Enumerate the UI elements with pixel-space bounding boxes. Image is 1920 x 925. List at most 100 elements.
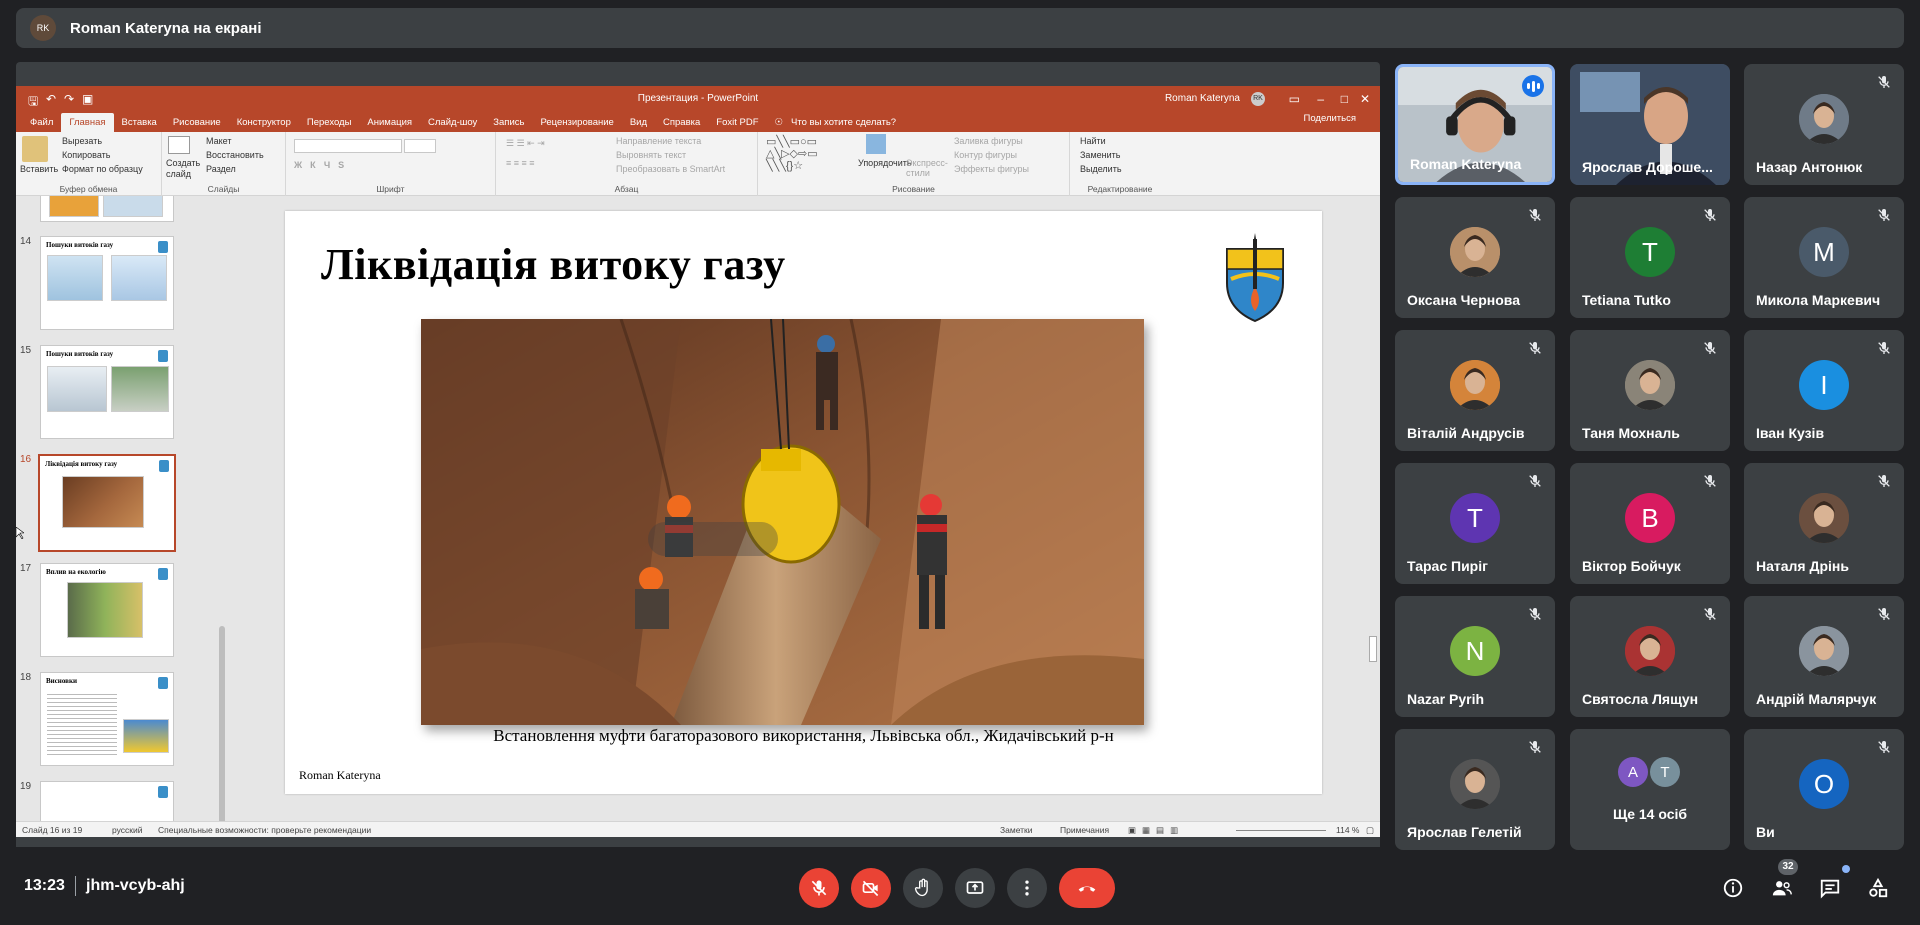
close-icon[interactable]: ✕ xyxy=(1360,92,1370,106)
slide-thumbnail-19[interactable] xyxy=(40,781,174,821)
raise-hand-button[interactable] xyxy=(903,868,943,908)
tab-animations[interactable]: Анимация xyxy=(359,117,420,132)
tab-file[interactable]: Файл xyxy=(22,117,61,132)
tab-insert[interactable]: Вставка xyxy=(114,117,165,132)
zoom-level[interactable]: 114 % xyxy=(1336,825,1359,835)
maximize-icon[interactable]: □ xyxy=(1341,92,1348,106)
participant-tile[interactable]: Ярослав Гелетій xyxy=(1395,729,1555,850)
minimize-icon[interactable]: – xyxy=(1317,92,1324,106)
meeting-info-button[interactable] xyxy=(1716,871,1750,905)
tab-draw[interactable]: Рисование xyxy=(165,117,229,132)
layout-button[interactable]: Макет xyxy=(206,136,231,146)
participant-tile[interactable]: M Микола Маркевич xyxy=(1744,197,1904,318)
participant-tile[interactable]: T Tetiana Tutko xyxy=(1570,197,1730,318)
chat-button[interactable] xyxy=(1813,871,1847,905)
cut-button[interactable]: Вырезать xyxy=(62,136,102,146)
align-buttons[interactable]: ≡ ≡ ≡ ≡ xyxy=(506,158,535,168)
more-options-button[interactable] xyxy=(1007,868,1047,908)
tab-record[interactable]: Запись xyxy=(485,117,532,132)
slide-thumbnail-17[interactable]: Вплив на екологію xyxy=(40,563,174,657)
quick-styles-button[interactable]: Экспресс-стили xyxy=(906,158,950,178)
paste-icon[interactable] xyxy=(22,136,48,162)
smartart-button[interactable]: Преобразовать в SmartArt xyxy=(616,164,725,174)
ribbon-display-icon[interactable]: ▭ xyxy=(1289,92,1300,106)
participant-tile[interactable]: N Nazar Pyrih xyxy=(1395,596,1555,717)
user-avatar[interactable]: RK xyxy=(1251,92,1265,106)
participant-tile[interactable]: Наталя Дрінь xyxy=(1744,463,1904,584)
participant-tile[interactable]: Таня Мохналь xyxy=(1570,330,1730,451)
participant-tile[interactable]: Ярослав Дороше... xyxy=(1570,64,1730,185)
select-button[interactable]: Выделить xyxy=(1080,164,1122,174)
fit-slide-icon[interactable]: ▢ xyxy=(1366,825,1374,836)
accessibility-status[interactable]: Специальные возможности: проверьте реком… xyxy=(158,825,371,835)
photo-caption[interactable]: Встановлення муфти багаторазового викори… xyxy=(285,726,1322,746)
tab-slideshow[interactable]: Слайд-шоу xyxy=(420,117,485,132)
activities-button[interactable] xyxy=(1861,871,1895,905)
participant-tile[interactable]: A T Ще 14 осіб xyxy=(1570,729,1730,850)
arrange-icon[interactable] xyxy=(866,134,886,154)
slide-thumbnail-15[interactable]: Пошуки витоків газу xyxy=(40,345,174,439)
tab-transitions[interactable]: Переходы xyxy=(299,117,360,132)
slide-thumbnail-14[interactable]: Пошуки витоків газу xyxy=(40,236,174,330)
text-direction-button[interactable]: Направление текста xyxy=(616,136,701,146)
participant-tile[interactable]: Андрій Малярчук xyxy=(1744,596,1904,717)
participant-tile[interactable]: Назар Антонюк xyxy=(1744,64,1904,185)
replace-button[interactable]: Заменить xyxy=(1080,150,1120,160)
tab-design[interactable]: Конструктор xyxy=(229,117,299,132)
format-painter-button[interactable]: Формат по образцу xyxy=(62,164,143,174)
presentation-overlay-controls[interactable] xyxy=(648,522,778,556)
list-buttons[interactable]: ☰ ☰ ⇤ ⇥ xyxy=(506,138,545,149)
find-button[interactable]: Найти xyxy=(1080,136,1106,146)
crest-icon xyxy=(158,241,168,253)
copy-button[interactable]: Копировать xyxy=(62,150,110,160)
font-name-field[interactable] xyxy=(294,139,402,153)
leave-call-button[interactable] xyxy=(1059,868,1115,908)
slide-scrollbar[interactable] xyxy=(1368,196,1378,806)
participant-tile[interactable]: Святосла Лящун xyxy=(1570,596,1730,717)
tab-home[interactable]: Главная xyxy=(61,113,114,132)
paste-button[interactable]: Вставить xyxy=(20,164,58,174)
align-text-button[interactable]: Выровнять текст xyxy=(616,150,686,160)
language-status[interactable]: русский xyxy=(112,825,143,835)
slide-title[interactable]: Ліквідація витоку газу xyxy=(321,239,786,290)
participant-tile[interactable]: Оксана Чернова xyxy=(1395,197,1555,318)
shape-outline-button[interactable]: Контур фигуры xyxy=(954,150,1017,160)
tab-foxit[interactable]: Foxit PDF xyxy=(708,117,766,132)
new-slide-button[interactable]: Создать слайд xyxy=(166,158,200,180)
slide-thumbnail-16[interactable]: Ліквідація витоку газу xyxy=(38,454,176,552)
section-button[interactable]: Раздел xyxy=(206,164,236,174)
arrange-button[interactable]: Упорядочить xyxy=(858,158,912,168)
tab-help[interactable]: Справка xyxy=(655,117,708,132)
participant-tile[interactable]: O Ви xyxy=(1744,729,1904,850)
group-clipboard: Вставить Вырезать Копировать Формат по о… xyxy=(16,132,162,196)
meeting-code[interactable]: jhm-vcyb-ahj xyxy=(86,877,185,895)
participant-tile[interactable]: B Віктор Бойчук xyxy=(1570,463,1730,584)
camera-off-button[interactable] xyxy=(851,868,891,908)
microphone-off-button[interactable] xyxy=(799,868,839,908)
new-slide-icon[interactable] xyxy=(168,136,190,154)
slide-thumbnail-13[interactable] xyxy=(40,196,174,222)
notes-button[interactable]: Заметки xyxy=(1000,825,1033,835)
shapes-gallery[interactable]: ▭╲╲▭○▭ △╲▷◇⇨▭ ╲╲╲{}☆ xyxy=(766,136,856,176)
share-button[interactable]: Поделиться xyxy=(1296,113,1364,128)
scroll-thumb[interactable] xyxy=(1369,636,1377,662)
tell-me-box[interactable]: Что вы хотите сделать? xyxy=(791,117,904,132)
participant-tile[interactable]: Віталій Андрусів xyxy=(1395,330,1555,451)
tab-view[interactable]: Вид xyxy=(622,117,655,132)
font-size-field[interactable] xyxy=(404,139,436,153)
people-button[interactable] xyxy=(1765,871,1799,905)
tab-review[interactable]: Рецензирование xyxy=(532,117,621,132)
font-format-buttons[interactable]: ЖКЧS xyxy=(294,160,352,170)
participant-tile[interactable]: I Іван Кузів xyxy=(1744,330,1904,451)
thumbnails-scrollbar[interactable] xyxy=(219,626,225,821)
reset-button[interactable]: Восстановить xyxy=(206,150,264,160)
shape-effects-button[interactable]: Эффекты фигуры xyxy=(954,164,1029,174)
view-buttons[interactable]: ▣▦▤▥ xyxy=(1128,825,1184,836)
shape-fill-button[interactable]: Заливка фигуры xyxy=(954,136,1023,146)
present-screen-button[interactable] xyxy=(955,868,995,908)
slide-thumbnail-18[interactable]: Висновки xyxy=(40,672,174,766)
zoom-slider[interactable] xyxy=(1236,830,1326,831)
participant-tile[interactable]: Roman Kateryna xyxy=(1395,64,1555,185)
comments-button[interactable]: Примечания xyxy=(1060,825,1109,835)
participant-tile[interactable]: T Тарас Пиріг xyxy=(1395,463,1555,584)
